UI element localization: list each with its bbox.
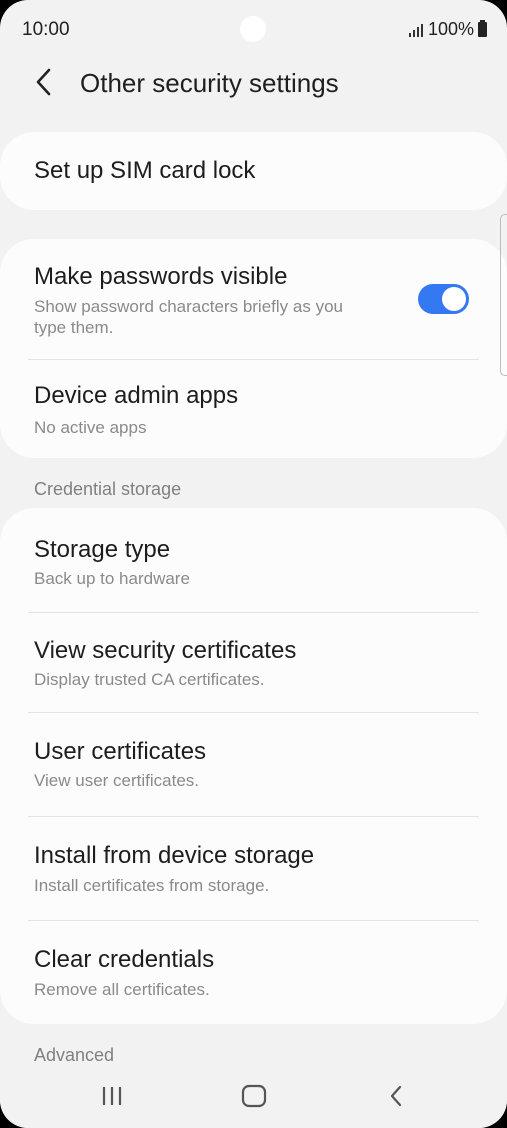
navigation-bar xyxy=(0,1064,507,1128)
page-title: Other security settings xyxy=(80,68,339,98)
nav-back-button[interactable] xyxy=(374,1080,418,1112)
recent-apps-button[interactable] xyxy=(90,1080,134,1112)
passwords-visible-toggle[interactable] xyxy=(418,284,469,314)
item-subtitle: No active apps xyxy=(34,418,147,437)
chevron-left-icon xyxy=(36,68,51,96)
item-title: Make passwords visible xyxy=(34,263,288,290)
setting-view-security-certificates[interactable]: View security certificates Display trust… xyxy=(0,613,507,712)
item-title: Install from device storage xyxy=(34,842,315,869)
item-subtitle-line2: type them. xyxy=(34,318,114,337)
status-time: 10:00 xyxy=(22,19,70,40)
app-header: Other security settings xyxy=(0,56,507,108)
home-icon xyxy=(241,1084,267,1108)
sim-card: Set up SIM card lock xyxy=(0,132,507,210)
item-subtitle: Display trusted CA certificates. xyxy=(34,670,265,689)
setting-clear-credentials[interactable]: Clear credentials Remove all certificate… xyxy=(0,921,507,1024)
scrollbar[interactable] xyxy=(500,214,507,376)
toggle-knob xyxy=(442,287,466,311)
status-bar: 10:00 100% xyxy=(0,0,507,60)
back-button[interactable] xyxy=(26,64,62,100)
phone-screen: 10:00 100% Other security settings Set u… xyxy=(0,0,507,1128)
front-camera xyxy=(240,16,266,42)
item-title: Clear credentials xyxy=(34,946,215,973)
recent-apps-icon xyxy=(102,1087,122,1105)
status-indicators: 100% xyxy=(408,19,487,40)
credential-storage-card: Storage type Back up to hardware View se… xyxy=(0,508,507,1024)
item-subtitle: Show password characters briefly as you xyxy=(34,297,343,316)
item-title: User certificates xyxy=(34,738,207,765)
battery-level: 100% xyxy=(427,19,474,39)
setting-install-from-device-storage[interactable]: Install from device storage Install cert… xyxy=(0,817,507,920)
section-header-credential-storage: Credential storage xyxy=(34,479,182,499)
item-title: Device admin apps xyxy=(34,382,239,409)
home-button[interactable] xyxy=(232,1080,276,1112)
battery-icon xyxy=(478,20,487,37)
passwords-card: Make passwords visible Show password cha… xyxy=(0,239,507,458)
item-title: View security certificates xyxy=(34,637,297,664)
setting-sim-card-lock[interactable]: Set up SIM card lock xyxy=(0,132,507,210)
item-subtitle: View user certificates. xyxy=(34,771,200,790)
item-title: Storage type xyxy=(34,536,171,563)
item-subtitle: Back up to hardware xyxy=(34,569,190,588)
item-title: Set up SIM card lock xyxy=(34,157,256,184)
item-subtitle: Remove all certificates. xyxy=(34,980,210,999)
signal-icon xyxy=(408,23,423,37)
section-header-advanced: Advanced xyxy=(34,1045,115,1065)
item-subtitle: Install certificates from storage. xyxy=(34,876,270,895)
setting-user-certificates[interactable]: User certificates View user certificates… xyxy=(0,713,507,816)
back-icon xyxy=(390,1085,402,1107)
setting-storage-type[interactable]: Storage type Back up to hardware xyxy=(0,508,507,612)
setting-device-admin-apps[interactable]: Device admin apps No active apps xyxy=(0,360,507,458)
